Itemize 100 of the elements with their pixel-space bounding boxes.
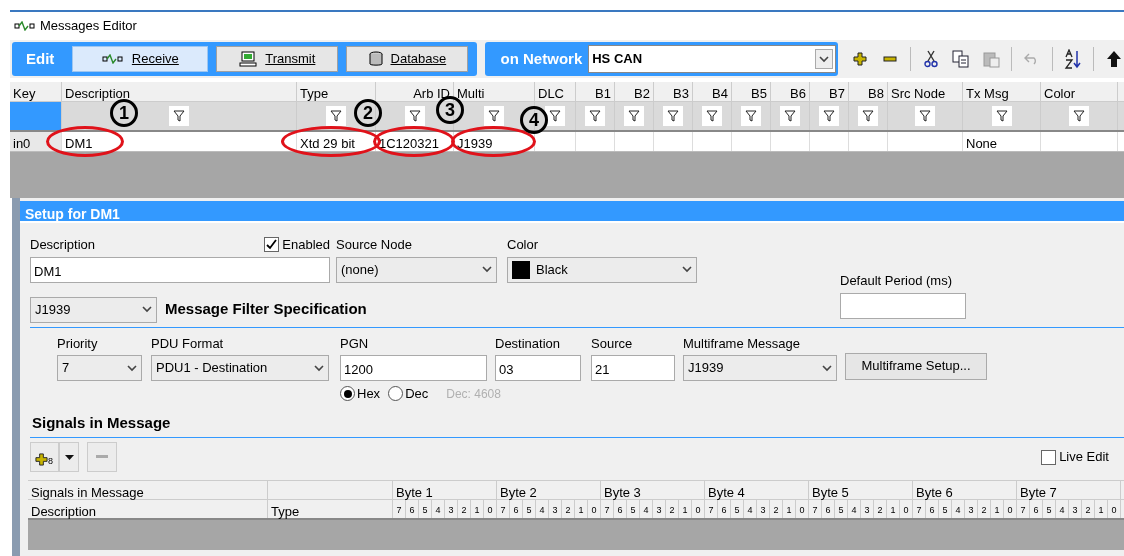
tab[interactable]: Receive bbox=[72, 46, 209, 72]
bit-header: 2 bbox=[458, 500, 471, 518]
bit-header: 1 bbox=[991, 500, 1004, 518]
multiframe-setup-button[interactable]: Multiframe Setup... bbox=[845, 352, 987, 380]
bit-header: 0 bbox=[796, 500, 809, 518]
bit-header: 1 bbox=[1095, 500, 1108, 518]
decimal-hint: Dec: 4608 bbox=[446, 385, 501, 403]
bit-header: 3 bbox=[1069, 500, 1082, 518]
bit-header: 5 bbox=[1043, 500, 1056, 518]
column-header: Byte 5 bbox=[809, 481, 913, 499]
column-header: Byte 3 bbox=[601, 481, 705, 499]
dropdown-button[interactable] bbox=[59, 442, 79, 472]
column-header: Byte 1 bbox=[393, 481, 497, 499]
multiframe-dropdown[interactable]: J1939 bbox=[683, 355, 837, 381]
tab[interactable]: Transmit bbox=[216, 46, 339, 72]
pdu-format-dropdown[interactable]: PDU1 - Destination bbox=[151, 355, 329, 381]
filter-button[interactable] bbox=[326, 106, 346, 126]
column-header[interactable]: B6 bbox=[771, 82, 810, 101]
bit-header: 6 bbox=[822, 500, 835, 518]
filter-button[interactable] bbox=[819, 106, 839, 126]
bit-header: 4 bbox=[536, 500, 549, 518]
filter-button[interactable] bbox=[484, 106, 504, 126]
destination-field[interactable]: 03 bbox=[495, 355, 581, 381]
filter-button[interactable] bbox=[663, 106, 683, 126]
tab[interactable]: Database bbox=[346, 46, 469, 72]
edit-label: Edit bbox=[25, 48, 56, 69]
column-header[interactable]: Description bbox=[62, 82, 297, 101]
protocol-dropdown[interactable]: J1939 bbox=[30, 296, 157, 323]
bit-header: 7 bbox=[1017, 500, 1030, 518]
column-header: Byte 4 bbox=[705, 481, 809, 499]
bit-header: 3 bbox=[445, 500, 458, 518]
section-title: Signals in Message bbox=[31, 412, 172, 433]
source-node-dropdown[interactable]: (none) bbox=[336, 256, 497, 283]
column-header[interactable]: B8 bbox=[849, 82, 888, 101]
caret-icon bbox=[64, 454, 74, 460]
add-signal-button[interactable]: 8 bbox=[30, 442, 59, 472]
chevron-icon bbox=[482, 266, 492, 273]
column-header[interactable]: Tx Msg bbox=[963, 82, 1041, 101]
column-header[interactable]: Type bbox=[297, 82, 376, 101]
column-header[interactable]: Multi bbox=[454, 82, 535, 101]
paste-icon bbox=[982, 50, 1000, 68]
bit-header: 0 bbox=[1108, 500, 1121, 518]
priority-dropdown[interactable]: 7 bbox=[57, 355, 142, 381]
copy-button[interactable] bbox=[951, 47, 971, 71]
bit-header: 5 bbox=[627, 500, 640, 518]
filter-button[interactable] bbox=[991, 106, 1012, 126]
column-header[interactable]: Key bbox=[10, 82, 62, 101]
bit-header: 3 bbox=[653, 500, 666, 518]
filter-button[interactable] bbox=[624, 106, 644, 126]
radio-option[interactable]: Dec bbox=[388, 384, 429, 404]
field-label: Multiframe Message bbox=[683, 334, 802, 353]
column-header[interactable]: Src Node bbox=[888, 82, 963, 101]
selected-header-cell[interactable] bbox=[10, 102, 62, 130]
color-dropdown[interactable]: Black bbox=[507, 256, 697, 283]
filter-button[interactable] bbox=[585, 106, 605, 126]
filter-button[interactable] bbox=[169, 106, 189, 126]
bit-header: 6 bbox=[718, 500, 731, 518]
network-dropdown[interactable]: HS CAN bbox=[588, 45, 836, 73]
bit-header: 7 bbox=[809, 500, 822, 518]
field-label: PDU Format bbox=[151, 334, 225, 353]
bit-header: 2 bbox=[562, 500, 575, 518]
pgn-field[interactable]: 1200 bbox=[340, 355, 487, 381]
filter-button[interactable] bbox=[858, 106, 878, 126]
column-header[interactable]: B1 bbox=[576, 82, 615, 101]
column-header: Byte 2 bbox=[497, 481, 601, 499]
filter-button[interactable] bbox=[702, 106, 722, 126]
bit-header: 4 bbox=[952, 500, 965, 518]
checkbox[interactable] bbox=[264, 237, 280, 253]
bit-header: 6 bbox=[510, 500, 523, 518]
bit-header: 7 bbox=[497, 500, 510, 518]
column-header: Signals in Message bbox=[28, 481, 268, 499]
bit-header: 4 bbox=[744, 500, 757, 518]
column-header[interactable]: B7 bbox=[810, 82, 849, 101]
bit-header: 2 bbox=[874, 500, 887, 518]
source-field[interactable]: 21 bbox=[591, 355, 675, 381]
default-period-field[interactable] bbox=[840, 292, 966, 319]
column-header[interactable]: B4 bbox=[693, 82, 732, 101]
bit-header: 3 bbox=[757, 500, 770, 518]
column-header[interactable]: B5 bbox=[732, 82, 771, 101]
filter-button[interactable] bbox=[741, 106, 761, 126]
description-field[interactable]: DM1 bbox=[30, 256, 330, 283]
checkbox[interactable] bbox=[1041, 449, 1057, 465]
bit-header: 7 bbox=[705, 500, 718, 518]
filter-button[interactable] bbox=[915, 106, 935, 126]
filter-button[interactable] bbox=[404, 106, 425, 126]
column-header[interactable]: Color bbox=[1041, 82, 1118, 101]
sort-icon bbox=[1064, 49, 1082, 69]
bit-header: 1 bbox=[575, 500, 588, 518]
filter-button[interactable] bbox=[1069, 106, 1089, 126]
filter-button[interactable] bbox=[780, 106, 800, 126]
column-header[interactable]: B2 bbox=[615, 82, 654, 101]
column-header[interactable]: DLC bbox=[535, 82, 576, 101]
sort-button[interactable] bbox=[1063, 47, 1083, 71]
column-header[interactable]: B3 bbox=[654, 82, 693, 101]
radio-option[interactable]: Hex bbox=[340, 384, 381, 404]
filter-button[interactable] bbox=[545, 106, 565, 126]
bit-header: 5 bbox=[419, 500, 432, 518]
table-cell: in0 bbox=[10, 132, 62, 151]
chevron-icon bbox=[682, 266, 692, 273]
field-label: Destination bbox=[495, 334, 562, 353]
